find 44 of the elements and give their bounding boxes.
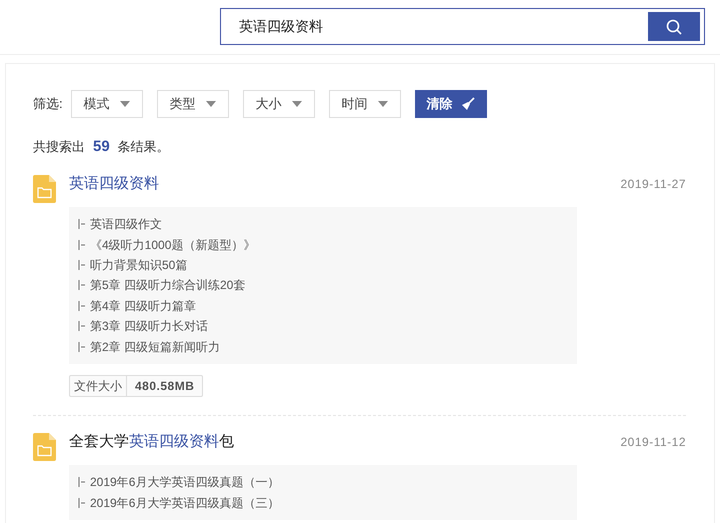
caret-down-icon	[292, 101, 302, 107]
clear-button[interactable]: 清除	[414, 90, 487, 118]
result-count-suffix: 条结果。	[118, 138, 170, 156]
tree-branch-icon	[78, 477, 86, 488]
result-count: 59	[93, 137, 110, 157]
file-name: 2019年6月大学英语四级真题（一）	[90, 474, 280, 492]
tree-branch-icon	[78, 219, 86, 230]
search-field[interactable]: 英语四级资料	[220, 8, 705, 45]
file-size-label: 文件大小	[70, 376, 127, 396]
tree-branch-icon	[78, 240, 86, 250]
result-date: 2019-11-27	[620, 176, 686, 193]
file-name: 第4章 四级听力篇章	[90, 298, 196, 315]
search-button[interactable]	[648, 12, 700, 41]
file-name: 第2章 四级短篇新闻听力	[90, 338, 220, 356]
caret-down-icon	[378, 101, 388, 107]
filter-dropdown[interactable]: 类型	[156, 90, 229, 118]
tree-branch-icon	[78, 280, 86, 290]
filter-dropdown[interactable]: 时间	[328, 90, 401, 118]
result-date: 2019-11-12	[620, 434, 686, 451]
result-count-prefix: 共搜索出	[33, 138, 85, 156]
broom-icon	[460, 97, 475, 111]
folder-file-icon	[33, 432, 56, 461]
search-icon	[666, 18, 682, 34]
filter-label: 筛选:	[33, 95, 63, 114]
file-name: 《4级听力1000题（新题型）》	[90, 236, 256, 254]
caret-down-icon	[206, 101, 216, 107]
tree-branch-icon	[78, 300, 86, 311]
filter-dropdown[interactable]: 模式	[70, 90, 143, 118]
file-name: 第5章 四级听力综合训练20套	[90, 277, 246, 294]
file-name: 听力背景知识50篇	[90, 256, 188, 274]
caret-down-icon	[120, 101, 130, 107]
filter-dropdown[interactable]: 大小	[242, 90, 315, 118]
result-title-link[interactable]: 全套大学英语四级资料包	[69, 430, 234, 454]
file-name: 英语四级作文	[90, 216, 162, 234]
result-title-link[interactable]: 英语四级资料	[69, 172, 159, 195]
tree-branch-icon	[78, 498, 86, 508]
tree-branch-icon	[78, 321, 86, 332]
file-name: 第3章 四级听力长对话	[90, 318, 208, 336]
tree-branch-icon	[78, 260, 86, 270]
file-size-value: 480.58MB	[134, 378, 196, 395]
tree-branch-icon	[78, 342, 86, 352]
search-text: 英语四级资料	[239, 17, 323, 36]
folder-file-icon	[33, 174, 56, 202]
file-name: 2019年6月大学英语四级真题（三）	[90, 494, 280, 512]
